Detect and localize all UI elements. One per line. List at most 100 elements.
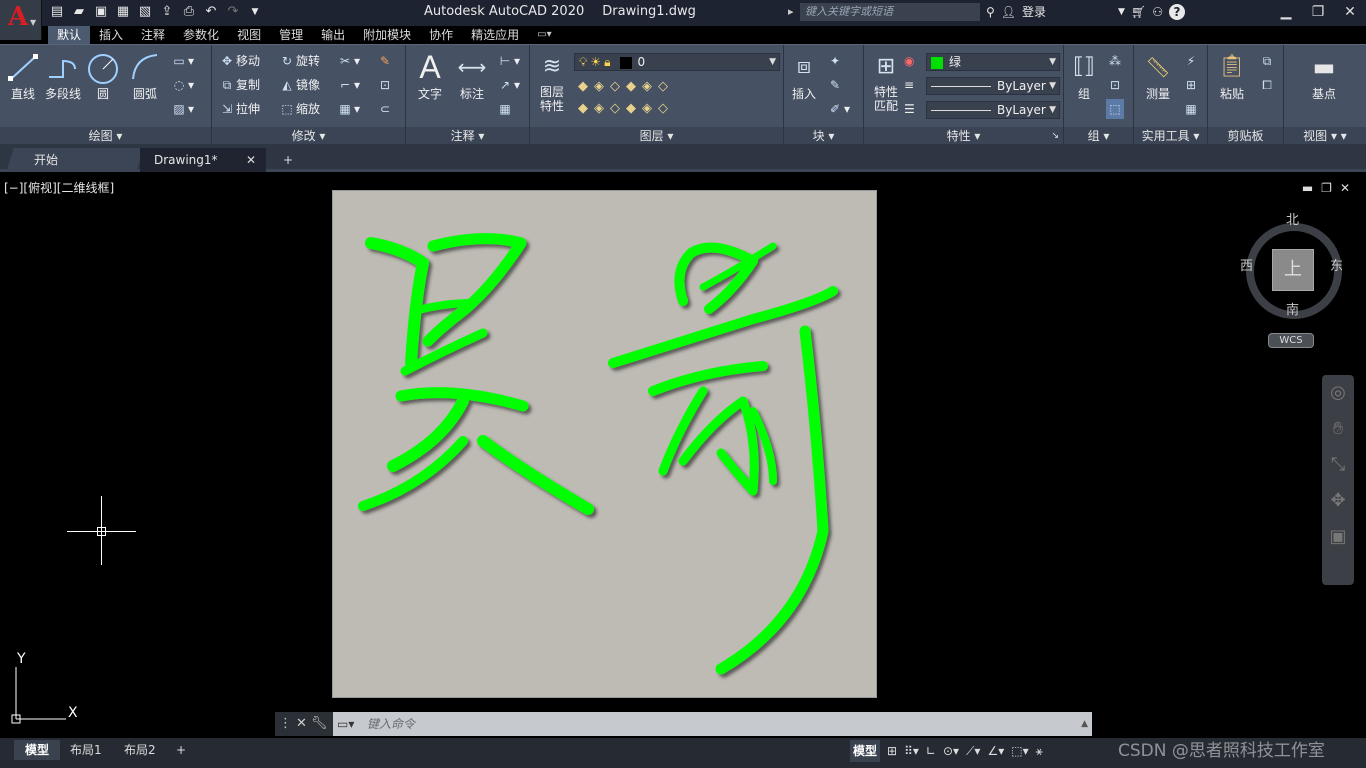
drag-grip-icon[interactable]: ⋮ [279,716,296,731]
selection-cycling-icon[interactable]: ⬚▾ [1011,740,1028,762]
dimension-button[interactable]: ⟷ 标注 [452,49,492,102]
tab-insert[interactable]: 插入 [90,26,132,44]
snap-icon[interactable]: ⠿▾ [904,740,919,762]
base-view-button[interactable]: ▬ 基点 [1294,49,1354,102]
lineweight-icon[interactable]: ≡ [904,75,914,95]
match-properties-button[interactable]: ⊞ 特性 匹配 [866,49,906,113]
ungroup-button[interactable]: ⁂ [1106,51,1124,71]
undo-icon[interactable]: ↶ [202,3,220,21]
plot-icon[interactable]: ⎙ [180,3,198,21]
copy-button[interactable]: ⧉ 复制 [218,75,260,95]
save-icon[interactable]: ▣ [92,3,110,21]
groups-panel-title[interactable]: 组 ▾ [1064,127,1133,145]
layout-tab-layout2[interactable]: 布局2 [124,740,156,760]
fillet-button[interactable]: ⌐ ▾ [336,75,360,95]
viewport-close-icon[interactable]: ✕ [1340,181,1350,195]
orbit-icon[interactable]: ✥ [1322,483,1354,519]
select-all-button[interactable]: ⊞ [1182,75,1200,95]
color-dropdown[interactable]: 绿 ▼ [926,53,1060,71]
login-link[interactable]: 登录 [1022,3,1046,20]
open-folder-icon[interactable]: ▰ [70,3,88,21]
arc-button[interactable]: 圆弧 [125,49,165,102]
close-icon[interactable]: ✕ [1334,0,1366,24]
paste-button[interactable]: 📋︎ 粘贴 [1212,49,1252,102]
layer-tools-row-1[interactable]: ◆◈◇◆◈◇ [578,79,674,94]
modify-panel-title[interactable]: 修改 ▾ [212,127,405,145]
offset-button[interactable]: ⊂ [376,99,394,119]
utilities-panel-title[interactable]: 实用工具 ▾ [1134,127,1207,145]
mirror-button[interactable]: ◭ 镜像 [278,75,320,95]
tab-featured-apps[interactable]: 精选应用 [462,26,528,44]
binoculars-icon[interactable]: ⚲ [986,5,995,19]
erase-button[interactable]: ✎ [376,51,394,71]
rotate-button[interactable]: ↻ 旋转 [278,51,320,71]
tab-parametric[interactable]: 参数化 [174,26,228,44]
ortho-icon[interactable]: ∟ [926,740,936,762]
command-input[interactable]: ▭▾ 键入命令 ▲ [333,712,1092,736]
model-space-toggle[interactable]: 模型 [850,740,881,762]
pan-hand-icon[interactable]: ✋︎ [1322,411,1354,447]
color-wheel-icon[interactable]: ◉ [904,51,914,71]
drawing-area[interactable]: [−][俯视][二维线框] ▬ ❐ ✕ Y X 上 北 南 西 东 WCS ◎ … [0,175,1366,738]
grid-icon[interactable]: ⊞ [887,740,897,762]
linetype-dropdown[interactable]: ByLayer ▼ [926,77,1060,95]
share-icon[interactable]: ⇪ [158,3,176,21]
explode-button[interactable]: ⊡ [376,75,394,95]
block-attributes-button[interactable]: ✐ ▾ [826,99,850,119]
user-icon[interactable]: 👤︎ [1001,5,1016,19]
tab-collaborate[interactable]: 协作 [420,26,462,44]
create-block-button[interactable]: ✦ [826,51,844,71]
table-button[interactable]: ▦ [496,99,514,119]
application-menu-button[interactable]: A ▼ [0,0,42,40]
tab-addins[interactable]: 附加模块 [354,26,420,44]
tab-output[interactable]: 输出 [312,26,354,44]
group-select-button[interactable]: ⬚ [1106,99,1124,119]
hatch-button[interactable]: ◌ ▾ [170,75,194,95]
group-button[interactable]: ⟦⟧ 组 [1064,49,1104,102]
search-input[interactable]: ▸ 键入关键字或短语 [788,3,980,21]
annotation-panel-title[interactable]: 注释 ▾ [406,127,529,145]
viewport-restore-icon[interactable]: ❐ [1321,181,1332,195]
recent-commands-icon[interactable]: ▭▾ [337,712,354,736]
redo-icon[interactable]: ↷ [224,3,242,21]
layout-tab-layout1[interactable]: 布局1 [70,740,102,760]
close-tab-icon[interactable]: ✕ [246,148,256,172]
view-panel-title[interactable]: 视图 ▾ ▾ [1284,127,1366,145]
add-layout-icon[interactable]: + [176,740,186,760]
tab-manage[interactable]: 管理 [270,26,312,44]
compass-south[interactable]: 南 [1286,299,1299,318]
quick-select-button[interactable]: ⚡︎ [1182,51,1200,71]
customize-wrench-icon[interactable]: 🔧︎ [311,716,332,731]
draw-panel-title[interactable]: 绘图 ▾ [0,127,211,145]
steering-wheel-icon[interactable]: ◎ [1322,375,1354,411]
restore-icon[interactable]: ❐ [1302,0,1334,24]
wcs-menu[interactable]: WCS [1268,333,1314,348]
new-file-icon[interactable]: ▤ [48,3,66,21]
compass-west[interactable]: 西 [1240,255,1253,274]
insert-block-button[interactable]: ⧈ 插入 [784,49,824,102]
polyline-button[interactable]: 多段线 [43,49,83,102]
rectangle-button[interactable]: ▭ ▾ [170,51,194,71]
zoom-extents-icon[interactable]: ⤡ [1322,447,1354,483]
new-tab-button[interactable]: + [276,148,300,172]
viewcube[interactable]: 上 北 南 西 东 WCS [1240,205,1350,348]
calculator-button[interactable]: ▦ [1182,99,1200,119]
customize-qat-icon[interactable]: ▼ [246,3,264,21]
circle-button[interactable]: 圆 [83,49,123,102]
measure-button[interactable]: 📏︎ 测量 [1138,49,1178,102]
text-button[interactable]: A 文字 [410,49,450,102]
lineweight-dropdown[interactable]: ByLayer ▼ [926,101,1060,119]
cart-icon[interactable]: 🛒︎ [1131,5,1146,19]
web-mobile-icon[interactable]: ▧ [136,3,154,21]
linear-dim-button[interactable]: ⊢ ▾ [496,51,520,71]
command-history-icon[interactable]: ▲ [1081,712,1088,736]
search-expand-icon[interactable]: ▸ [788,3,794,21]
layer-properties-button[interactable]: ≋ 图层 特性 [532,49,572,113]
polar-icon[interactable]: ⊙▾ [943,740,959,762]
viewcube-top-face[interactable]: 上 [1272,249,1314,291]
viewport-controls[interactable]: [−][俯视][二维线框] [4,179,114,196]
annotation-scale-icon[interactable]: ⚹ [1036,740,1043,762]
showmotion-icon[interactable]: ▣ [1322,519,1354,555]
group-edit-button[interactable]: ⊡ [1106,75,1124,95]
compass-north[interactable]: 北 [1286,209,1299,228]
